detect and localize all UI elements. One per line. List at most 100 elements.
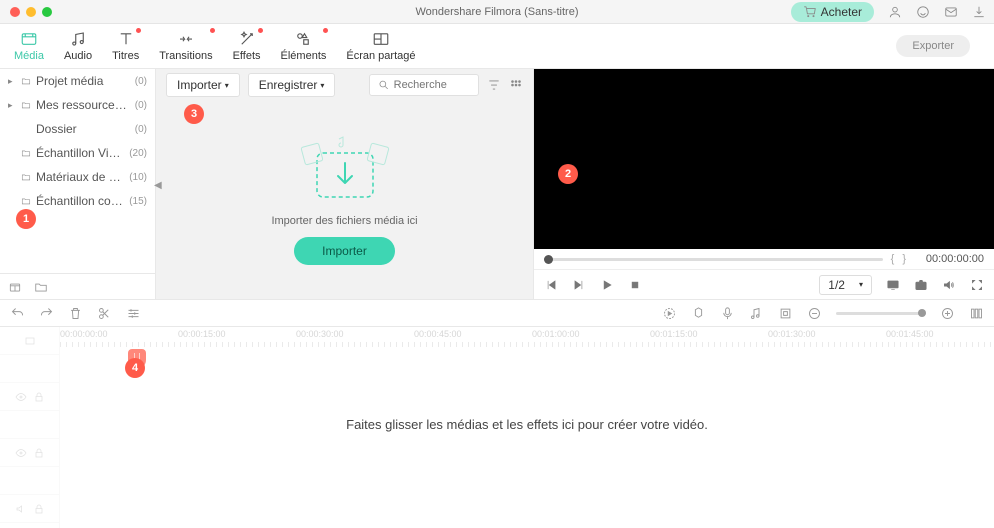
folder-icon	[20, 196, 32, 206]
tab-audio[interactable]: Audio	[54, 26, 102, 66]
sidebar-item-label: Matériaux de Fond...	[36, 170, 125, 184]
preview-quality[interactable]: 1/2▾	[819, 275, 872, 295]
label: Enregistrer	[259, 78, 318, 92]
filter-icon[interactable]	[487, 78, 501, 92]
label: Importer	[177, 78, 222, 92]
ruler-tick: 00:01:00:00	[532, 329, 580, 339]
ruler-tick: 00:00:15:00	[178, 329, 226, 339]
message-icon[interactable]	[944, 5, 958, 19]
window-title: Wondershare Filmora (Sans-titre)	[415, 6, 578, 18]
titles-icon	[116, 30, 136, 48]
marker-icon[interactable]	[691, 306, 706, 321]
delete-icon[interactable]	[68, 306, 83, 321]
grid-view-icon[interactable]	[509, 78, 523, 92]
main-tabs: Média Audio Titres Transitions Effets Él…	[0, 24, 994, 69]
import-button[interactable]: Importer	[294, 237, 395, 265]
crop-icon[interactable]	[778, 306, 793, 321]
collapse-sidebar[interactable]: ◀	[154, 180, 162, 196]
close-window[interactable]	[10, 7, 20, 17]
media-icon	[19, 30, 39, 48]
window-controls	[0, 7, 52, 17]
time-ruler[interactable]: 00:00:00:0000:00:15:0000:00:30:0000:00:4…	[60, 327, 994, 349]
play-icon[interactable]	[600, 278, 614, 292]
mic-icon[interactable]	[720, 306, 735, 321]
zoom-in-icon[interactable]	[940, 306, 955, 321]
volume-icon[interactable]	[942, 278, 956, 292]
sidebar-item[interactable]: Matériaux de Fond...(10)	[0, 165, 155, 189]
brace-right[interactable]: }	[902, 253, 906, 265]
ruler-tick: 00:00:30:00	[296, 329, 344, 339]
brace-left[interactable]: {	[891, 253, 895, 265]
tab-label: Écran partagé	[346, 50, 415, 62]
tab-split-screen[interactable]: Écran partagé	[336, 26, 425, 66]
sidebar-item[interactable]: Dossier(0)	[0, 117, 155, 141]
notification-dot	[323, 28, 328, 33]
sidebar-item[interactable]: ▸Projet média(0)	[0, 69, 155, 93]
redo-icon[interactable]	[39, 306, 54, 321]
tab-titles[interactable]: Titres	[102, 26, 149, 66]
download-icon[interactable]	[972, 5, 986, 19]
import-dropdown[interactable]: Importer▾	[166, 73, 240, 97]
sidebar-item[interactable]: ▸Mes ressources part...(0)	[0, 93, 155, 117]
adjust-icon[interactable]	[126, 306, 141, 321]
chevron-down-icon: ▾	[225, 81, 229, 90]
zoom-fit-icon[interactable]	[969, 306, 984, 321]
record-dropdown[interactable]: Enregistrer▾	[248, 73, 336, 97]
track-header[interactable]	[0, 411, 59, 439]
media-sidebar: ▸ Projet média (0) ▸Mes ressources part...(…	[0, 69, 156, 299]
track-header[interactable]	[0, 495, 59, 523]
preview-panel: { } 00:00:00:00 1/2▾	[534, 69, 994, 299]
search-box[interactable]	[369, 74, 479, 96]
timeline-body[interactable]: 00:00:00:0000:00:15:0000:00:30:0000:00:4…	[60, 327, 994, 528]
middle-row: ▸ Projet média (0) ▸Mes ressources part...(…	[0, 69, 994, 299]
notification-dot	[258, 28, 263, 33]
sidebar-item[interactable]: Échantillon Vidéos(20)	[0, 141, 155, 165]
undo-icon[interactable]	[10, 306, 25, 321]
notification-dot	[136, 28, 141, 33]
export-button[interactable]: Exporter	[896, 35, 970, 57]
display-icon[interactable]	[886, 278, 900, 292]
split-icon[interactable]	[97, 306, 112, 321]
next-frame-icon[interactable]	[572, 278, 586, 292]
support-icon[interactable]	[916, 5, 930, 19]
zoom-out-icon[interactable]	[807, 306, 822, 321]
sidebar-list: ▸ Projet média (0) ▸Mes ressources part...(…	[0, 69, 155, 273]
buy-button[interactable]: Acheter	[791, 2, 874, 22]
tab-transitions[interactable]: Transitions	[149, 26, 222, 66]
minimize-window[interactable]	[26, 7, 36, 17]
tab-elements[interactable]: Éléments	[271, 26, 337, 66]
annotation-badge-1: 1	[16, 209, 36, 229]
sidebar-item-count: (0)	[135, 124, 147, 135]
prev-frame-icon[interactable]	[544, 278, 558, 292]
render-icon[interactable]	[662, 306, 677, 321]
lock-icon	[33, 447, 45, 459]
sidebar-item-label: Mes ressources part...	[36, 98, 131, 112]
fullscreen-icon[interactable]	[970, 278, 984, 292]
media-drop-zone[interactable]: Importer des fichiers média ici Importer	[156, 101, 533, 299]
audio-mix-icon[interactable]	[749, 306, 764, 321]
account-icon[interactable]	[888, 5, 902, 19]
track-header[interactable]	[0, 439, 59, 467]
transitions-icon	[176, 30, 196, 48]
new-bin-icon[interactable]	[8, 280, 22, 294]
track-header[interactable]	[0, 383, 59, 411]
eye-icon	[15, 391, 27, 403]
lock-icon	[33, 503, 45, 515]
maximize-window[interactable]	[42, 7, 52, 17]
sidebar-item-label: Projet média	[36, 74, 131, 88]
tab-effects[interactable]: Effets	[223, 26, 271, 66]
new-folder-icon[interactable]	[34, 280, 48, 294]
chevron-icon: ▸	[8, 76, 16, 87]
snapshot-icon[interactable]	[914, 278, 928, 292]
ruler-tick: 00:00:45:00	[414, 329, 462, 339]
track-header[interactable]	[0, 355, 59, 383]
preview-screen[interactable]	[534, 69, 994, 249]
stop-icon[interactable]	[628, 278, 642, 292]
track-header[interactable]	[0, 467, 59, 495]
search-input[interactable]	[394, 79, 470, 91]
zoom-slider[interactable]	[836, 312, 926, 315]
tab-media[interactable]: Média	[4, 26, 54, 66]
progress-track[interactable]	[544, 258, 883, 261]
folder-icon	[20, 172, 32, 182]
track-header[interactable]	[0, 327, 59, 355]
